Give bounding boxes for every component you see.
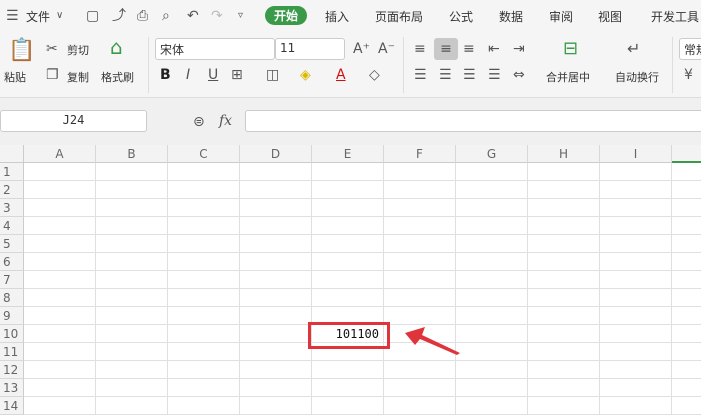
tab-home[interactable]: 开始 (265, 6, 308, 25)
font-name-select[interactable]: 宋体 (155, 38, 275, 60)
grid-line (24, 216, 701, 217)
row-header-9[interactable]: 9 (0, 307, 24, 325)
cut-button[interactable]: 剪切 (67, 42, 89, 58)
row-header-13[interactable]: 13 (0, 379, 24, 397)
tab-data[interactable]: 数据 (499, 8, 523, 25)
tab-formulas[interactable]: 公式 (449, 8, 473, 25)
formula-input[interactable] (245, 110, 701, 132)
align-middle-icon[interactable]: ≡ (434, 38, 458, 60)
column-header-G[interactable]: G (456, 145, 528, 163)
grid-line (24, 378, 701, 379)
print-preview-icon[interactable]: ⌕ (162, 8, 170, 24)
merge-icon: ⊟ (563, 38, 579, 59)
save-icon[interactable]: ▢ (86, 8, 99, 24)
currency-button[interactable]: ¥ (684, 67, 693, 83)
column-header-J[interactable] (672, 145, 701, 163)
copy-button[interactable]: 复制 (67, 69, 89, 85)
print-icon[interactable]: ⎙ (137, 8, 148, 24)
grid-line (24, 360, 701, 361)
align-bottom-icon[interactable]: ≡ (463, 41, 475, 57)
grid-line (24, 180, 701, 181)
fill-color-icon[interactable]: ◈ (300, 67, 311, 83)
grid-line (24, 306, 701, 307)
align-center-icon[interactable]: ☰ (439, 67, 452, 83)
highlight-box (308, 322, 390, 349)
export-icon[interactable]: ⤴ (112, 8, 126, 24)
row-header-10[interactable]: 10 (0, 325, 24, 343)
fill-style-icon[interactable]: ◫ (266, 67, 279, 83)
grid-line (24, 198, 701, 199)
align-left-icon[interactable]: ☰ (414, 67, 427, 83)
column-header-C[interactable]: C (168, 145, 240, 163)
decrease-font-icon[interactable]: A⁻ (378, 41, 395, 57)
font-color-icon[interactable]: A (336, 67, 346, 83)
column-header-H[interactable]: H (528, 145, 600, 163)
align-right-icon[interactable]: ☰ (463, 67, 476, 83)
font-size-select[interactable]: 11 (275, 38, 345, 60)
row-header-7[interactable]: 7 (0, 271, 24, 289)
merge-center-button[interactable]: 合并居中 (546, 69, 590, 85)
menu-bar: ☰ 文件 ∨ ▢ ⤴ ⎙ ⌕ ↶ ↷ ▿ 开始 插入 页面布局 公式 数据 审阅… (0, 0, 701, 33)
align-top-icon[interactable]: ≡ (414, 41, 426, 57)
border-icon[interactable]: ⊞ (231, 67, 243, 83)
underline-button[interactable]: U (208, 67, 218, 83)
row-header-3[interactable]: 3 (0, 199, 24, 217)
grid-line (24, 270, 701, 271)
increase-indent-icon[interactable]: ⇥ (513, 41, 525, 57)
number-format-select[interactable]: 常规 (679, 38, 701, 60)
grid-line (24, 288, 701, 289)
zoom-function-icon[interactable]: ⊜ (193, 114, 205, 130)
column-header-F[interactable]: F (384, 145, 456, 163)
tab-review[interactable]: 审阅 (549, 8, 573, 25)
bold-button[interactable]: B (160, 67, 171, 83)
format-painter-button[interactable]: 格式刷 (101, 69, 134, 85)
grid-line (24, 252, 701, 253)
row-header-2[interactable]: 2 (0, 181, 24, 199)
paste-button[interactable]: 粘贴 (4, 69, 26, 85)
chevron-down-icon[interactable]: ∨ (56, 8, 63, 24)
copy-icon: ❐ (46, 67, 59, 83)
increase-font-icon[interactable]: A⁺ (353, 41, 370, 57)
row-header-6[interactable]: 6 (0, 253, 24, 271)
ribbon: 📋 粘贴 ✂ 剪切 ❐ 复制 ⌂ 格式刷 宋体 11 A⁺ A⁻ B I U ⊞… (0, 33, 701, 98)
formula-bar: J24 ⊜ fx (0, 98, 701, 145)
arrow-annotation (405, 327, 460, 355)
tab-view[interactable]: 视图 (598, 8, 622, 25)
column-header-D[interactable]: D (240, 145, 312, 163)
column-header-E[interactable]: E (312, 145, 384, 163)
file-menu[interactable]: 文件 (26, 8, 50, 25)
row-header-8[interactable]: 8 (0, 289, 24, 307)
grid-line (24, 396, 701, 397)
tab-insert[interactable]: 插入 (325, 8, 349, 25)
clear-format-icon[interactable]: ◇ (369, 67, 380, 83)
wrap-text-icon: ↵ (627, 39, 641, 58)
name-box[interactable]: J24 (0, 110, 147, 132)
italic-button[interactable]: I (186, 67, 190, 83)
tab-page-layout[interactable]: 页面布局 (375, 8, 423, 25)
format-painter-icon: ⌂ (110, 35, 123, 59)
tab-developer[interactable]: 开发工具 (651, 8, 699, 25)
more-icon[interactable]: ▿ (238, 8, 243, 24)
select-all-button[interactable] (0, 145, 24, 163)
redo-icon[interactable]: ↷ (211, 8, 223, 24)
decrease-indent-icon[interactable]: ⇤ (488, 41, 500, 57)
fx-button[interactable]: fx (219, 113, 232, 129)
column-header-A[interactable]: A (24, 145, 96, 163)
undo-icon[interactable]: ↶ (187, 8, 199, 24)
row-header-5[interactable]: 5 (0, 235, 24, 253)
scissors-icon: ✂ (46, 41, 58, 57)
row-header-1[interactable]: 1 (0, 163, 24, 181)
distributed-icon[interactable]: ⇔ (513, 67, 525, 83)
row-header-14[interactable]: 14 (0, 397, 24, 415)
paste-icon[interactable]: 📋 (8, 39, 35, 63)
justify-icon[interactable]: ☰ (488, 67, 501, 83)
row-header-4[interactable]: 4 (0, 217, 24, 235)
column-header-I[interactable]: I (600, 145, 672, 163)
row-header-12[interactable]: 12 (0, 361, 24, 379)
row-header-11[interactable]: 11 (0, 343, 24, 361)
column-header-B[interactable]: B (96, 145, 168, 163)
menu-icon[interactable]: ☰ (6, 8, 19, 24)
grid-line (24, 234, 701, 235)
wrap-text-button[interactable]: 自动换行 (615, 69, 659, 85)
